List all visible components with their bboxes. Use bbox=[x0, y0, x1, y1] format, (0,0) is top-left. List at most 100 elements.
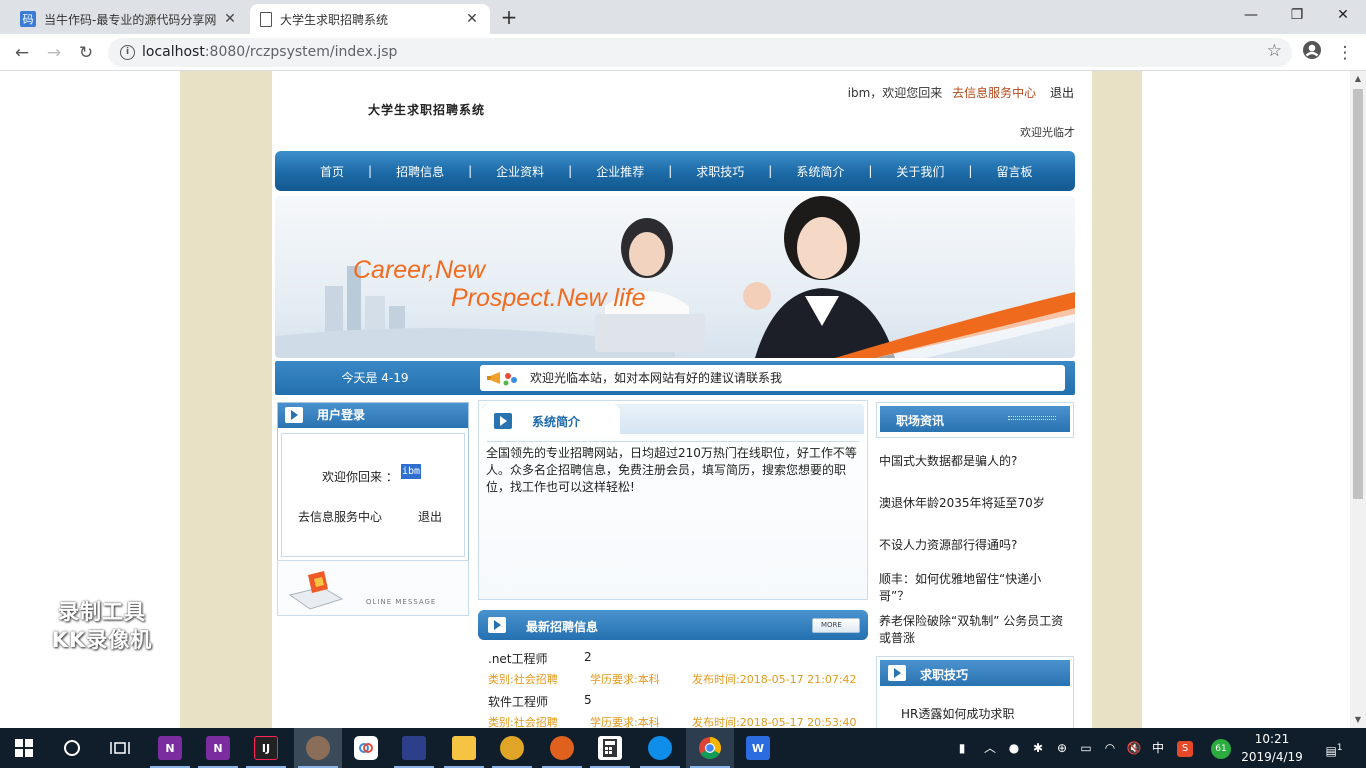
hero-banner: Career,New Prospect.New life bbox=[275, 196, 1075, 358]
new-tab-button[interactable]: + bbox=[498, 6, 520, 28]
taskbar-recorder[interactable] bbox=[294, 728, 342, 768]
job-count: 2 bbox=[584, 650, 592, 664]
show-hidden-icons-chevron[interactable]: ︿ bbox=[980, 728, 1000, 768]
search-circle-icon bbox=[64, 740, 80, 756]
minimize-button[interactable]: — bbox=[1228, 0, 1274, 30]
news-item[interactable]: 顺丰：如何优雅地留住“快递小哥”？ bbox=[879, 571, 1069, 605]
online-message-button[interactable]: OLINE MESSAGE bbox=[277, 560, 469, 616]
url-text[interactable]: localhost:8080/rczpsystem/index.jsp bbox=[142, 44, 397, 60]
start-button[interactable] bbox=[0, 728, 48, 768]
login-logout-link[interactable]: 退出 bbox=[418, 508, 442, 525]
site-logo[interactable]: 大学生求职招聘系统 bbox=[368, 101, 485, 118]
login-service-link[interactable]: 去信息服务中心 bbox=[298, 508, 382, 525]
notification-center-button[interactable]: ▤1 bbox=[1318, 728, 1350, 768]
bookmark-star-icon[interactable]: ☆ bbox=[1267, 41, 1282, 61]
nav-guestbook[interactable]: 留言板 bbox=[996, 163, 1032, 180]
nav-separator: | bbox=[468, 164, 473, 178]
browser-menu-icon[interactable]: ⋮ bbox=[1332, 40, 1358, 66]
nav-recommended[interactable]: 企业推荐 bbox=[596, 163, 644, 180]
nav-separator: | bbox=[668, 164, 673, 178]
battery-tray-icon[interactable]: ▮ bbox=[952, 728, 972, 768]
taskbar-calculator[interactable] bbox=[586, 728, 634, 768]
taskbar-chrome[interactable] bbox=[686, 728, 734, 768]
jobs-title: 最新招聘信息 bbox=[526, 620, 599, 634]
job-time: 发布时间:2018-05-17 20:53:40 bbox=[692, 716, 857, 728]
job-type: 类别:社会招聘 bbox=[488, 716, 558, 728]
intellij-icon: IJ bbox=[254, 736, 278, 760]
volume-muted-icon[interactable]: 🔇 bbox=[1124, 728, 1144, 768]
tab-close-icon[interactable]: ✕ bbox=[464, 11, 480, 27]
site-page: ibm，欢迎您回来 去信息服务中心 退出 大学生求职招聘系统 欢迎光临才 首页 |… bbox=[272, 71, 1092, 728]
tray-app-icon[interactable]: ● bbox=[1004, 728, 1024, 768]
more-button[interactable]: MORE bbox=[812, 618, 860, 633]
browser-tab-strip: 码 当牛作码-最专业的源代码分享网 ✕ 大学生求职招聘系统 ✕ + — ❐ ✕ bbox=[0, 0, 1366, 34]
nav-tips[interactable]: 求职技巧 bbox=[696, 163, 744, 180]
taskbar-file-explorer[interactable] bbox=[440, 728, 488, 768]
login-panel: 欢迎你回来 ： ibm 去信息服务中心 退出 bbox=[277, 402, 469, 562]
system-clock[interactable]: 10:21 2019/4/19 bbox=[1236, 730, 1308, 766]
close-window-button[interactable]: ✕ bbox=[1320, 0, 1366, 30]
nav-jobs[interactable]: 招聘信息 bbox=[396, 163, 444, 180]
scroll-up-icon[interactable]: ▲ bbox=[1350, 71, 1366, 87]
network-tray-icon[interactable]: ◠ bbox=[1100, 728, 1120, 768]
header-marquee: 欢迎光临才 bbox=[1020, 126, 1075, 139]
taskbar-teamviewer[interactable] bbox=[636, 728, 684, 768]
login-inner: 欢迎你回来 ： ibm 去信息服务中心 退出 bbox=[281, 433, 465, 557]
nav-about-us[interactable]: 关于我们 bbox=[896, 163, 944, 180]
intro-text: 全国领先的专业招聘网站，日均超过210万热门在线职位，好工作不等人。众多名企招聘… bbox=[486, 446, 857, 494]
taskbar-intellij[interactable]: IJ bbox=[242, 728, 290, 768]
header-welcome: ibm，欢迎您回来 去信息服务中心 退出 bbox=[842, 84, 1074, 101]
plus-tray-icon[interactable]: ⊕ bbox=[1052, 728, 1072, 768]
news-item[interactable]: 养老保险破除“双轨制” 公务员工资或普涨 bbox=[879, 613, 1069, 647]
keyboard-tray-icon[interactable]: ▭ bbox=[1076, 728, 1096, 768]
cortana-button[interactable] bbox=[48, 728, 96, 768]
news-item[interactable]: 不设人力资源部行得通吗? bbox=[879, 537, 1069, 554]
taskbar-app-cloud[interactable] bbox=[342, 728, 390, 768]
arrow-right-icon bbox=[488, 617, 506, 633]
back-arrow-icon[interactable]: ← bbox=[9, 40, 35, 66]
taskbar-wps[interactable]: W bbox=[734, 728, 782, 768]
taskbar-app-bear[interactable] bbox=[488, 728, 536, 768]
tray-badge[interactable]: 61 bbox=[1208, 728, 1234, 768]
scrollbar-thumb[interactable] bbox=[1353, 89, 1363, 499]
reload-icon[interactable]: ↻ bbox=[73, 40, 99, 66]
taskbar-onenote-2[interactable]: N bbox=[194, 728, 242, 768]
tips-item[interactable]: HR透露如何成功求职 bbox=[901, 705, 1014, 722]
sogou-ime-icon[interactable]: S bbox=[1174, 728, 1196, 768]
teamviewer-icon bbox=[648, 736, 672, 760]
nav-home[interactable]: 首页 bbox=[320, 163, 344, 180]
page-scrollbar[interactable]: ▲ ▼ bbox=[1350, 71, 1366, 728]
login-username[interactable]: ibm bbox=[401, 464, 422, 479]
news-item[interactable]: 中国式大数据都是骗人的? bbox=[879, 453, 1069, 470]
intro-tab: 系统简介 bbox=[482, 404, 620, 434]
nav-separator: | bbox=[768, 164, 773, 178]
restore-button[interactable]: ❐ bbox=[1274, 0, 1320, 30]
header-service-link[interactable]: 去信息服务中心 bbox=[952, 86, 1036, 100]
site-info-icon[interactable]: i bbox=[120, 45, 135, 60]
right-background bbox=[1092, 71, 1142, 728]
address-bar[interactable]: i localhost:8080/rczpsystem/index.jsp ☆ bbox=[108, 38, 1292, 67]
taskbar-app-game[interactable] bbox=[390, 728, 438, 768]
left-background bbox=[180, 71, 272, 728]
task-view-button[interactable] bbox=[96, 728, 144, 768]
taskbar-onenote[interactable]: N bbox=[146, 728, 194, 768]
ime-indicator[interactable]: 中 bbox=[1148, 728, 1168, 768]
account-avatar-icon[interactable] bbox=[1299, 40, 1325, 66]
header-logout-link[interactable]: 退出 bbox=[1050, 86, 1074, 100]
nav-separator: | bbox=[868, 164, 873, 178]
scroll-down-icon[interactable]: ▼ bbox=[1350, 712, 1366, 728]
message-pad-icon bbox=[288, 571, 344, 610]
folder-icon bbox=[452, 736, 476, 760]
notification-count: 1 bbox=[1336, 743, 1343, 753]
job-name[interactable]: .net工程师 bbox=[488, 650, 578, 667]
tab-job-system[interactable]: 大学生求职招聘系统 ✕ bbox=[250, 4, 490, 34]
forward-arrow-icon[interactable]: → bbox=[41, 40, 67, 66]
nav-about-system[interactable]: 系统简介 bbox=[796, 163, 844, 180]
nav-companies[interactable]: 企业资料 bbox=[496, 163, 544, 180]
bluetooth-tray-icon[interactable]: ✱ bbox=[1028, 728, 1048, 768]
tab-source-code-site[interactable]: 码 当牛作码-最专业的源代码分享网 ✕ bbox=[10, 4, 248, 34]
taskbar-app-face[interactable] bbox=[538, 728, 586, 768]
tab-close-icon[interactable]: ✕ bbox=[222, 11, 238, 27]
job-name[interactable]: 软件工程师 bbox=[488, 693, 578, 710]
news-item[interactable]: 澳退休年龄2035年将延至70岁 bbox=[879, 495, 1069, 512]
